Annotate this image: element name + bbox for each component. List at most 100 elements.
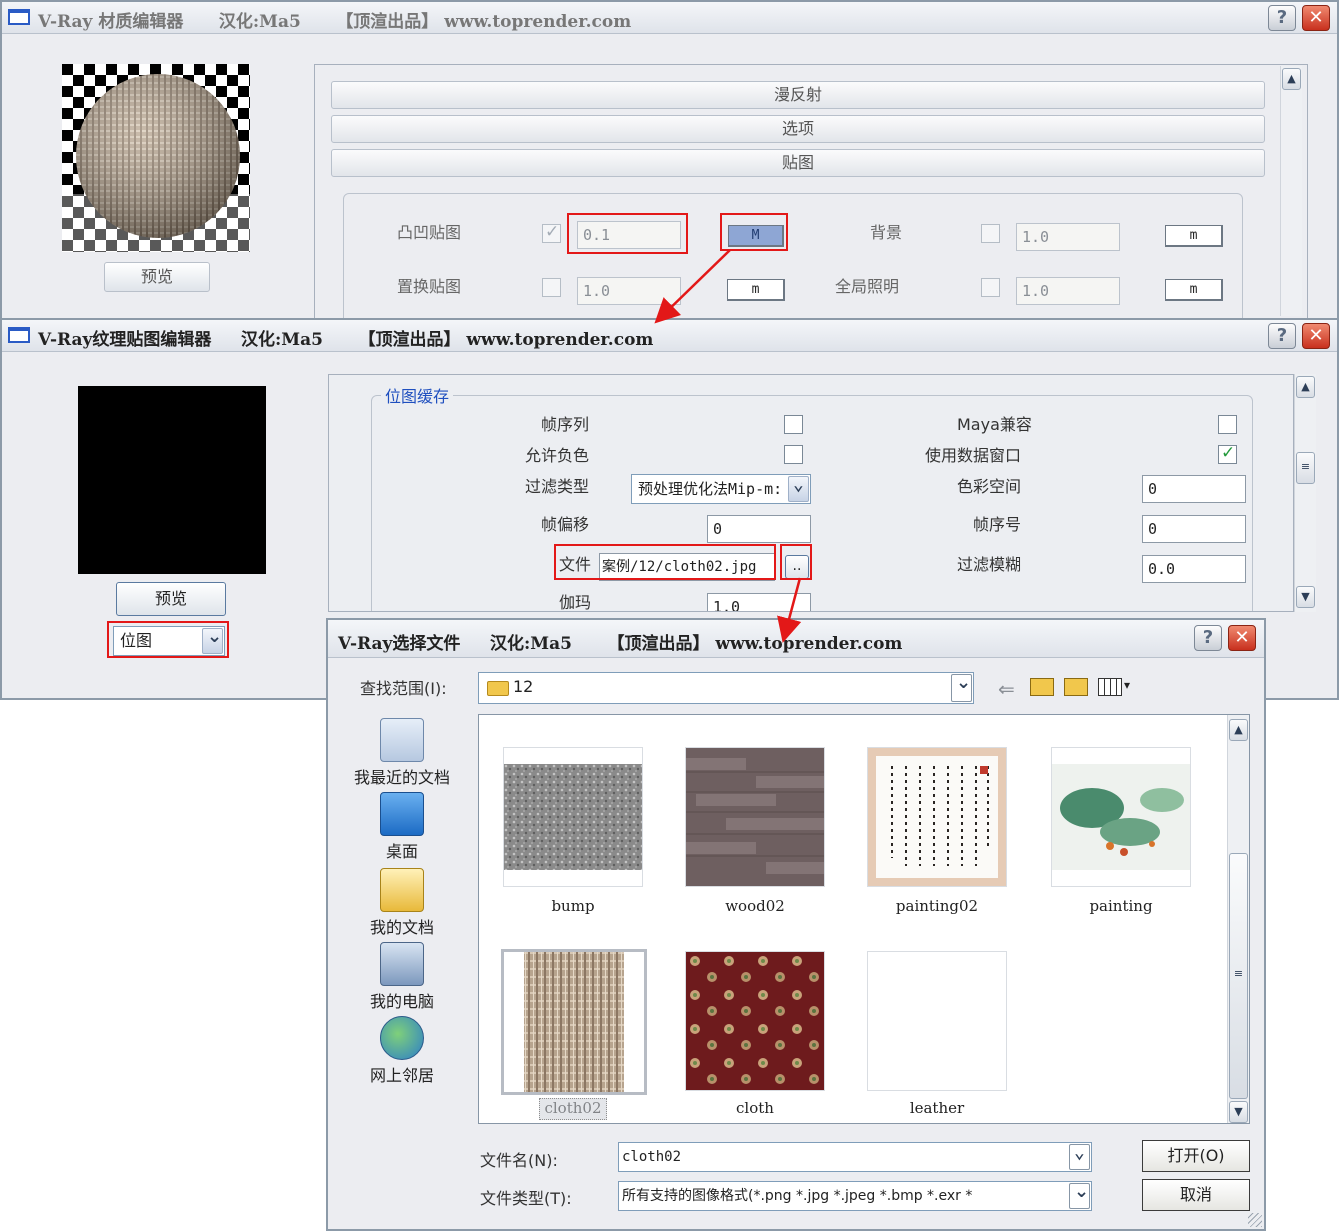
- texture-preview-button[interactable]: 预览: [116, 582, 226, 616]
- frame-sequence-checkbox[interactable]: [784, 415, 803, 434]
- maya-compat-checkbox[interactable]: [1218, 415, 1237, 434]
- scroll-up-button[interactable]: ▲: [1229, 719, 1248, 741]
- frame-sequence-label: 帧序列: [541, 415, 590, 434]
- scroll-thumb[interactable]: ≡: [1229, 853, 1248, 1099]
- background-map-button[interactable]: m: [1165, 225, 1223, 247]
- view-menu-icon[interactable]: [1098, 678, 1122, 696]
- file-dialog-titlebar[interactable]: V-Ray选择文件 汉化:Ma5 【顶渲出品】 www.toprender.co…: [328, 620, 1264, 658]
- file-name-bump[interactable]: bump: [493, 897, 653, 915]
- chevron-down-icon[interactable]: [1069, 1143, 1090, 1170]
- back-icon[interactable]: ⇐: [998, 677, 1015, 701]
- rollout-options[interactable]: 选项: [331, 115, 1265, 143]
- rollout-maps[interactable]: 贴图: [331, 149, 1265, 177]
- filter-type-value: 预处理优化法Mip-m:: [638, 480, 783, 498]
- look-in-label: 查找范围(I):: [360, 679, 447, 698]
- file-name-leather[interactable]: leather: [857, 1099, 1017, 1117]
- background-checkbox[interactable]: [981, 224, 1000, 243]
- file-thumb-wood02[interactable]: [685, 747, 825, 887]
- new-folder-icon[interactable]: [1064, 678, 1088, 696]
- file-thumb-cloth[interactable]: [685, 951, 825, 1091]
- help-button[interactable]: ?: [1194, 625, 1222, 651]
- file-thumb-painting02[interactable]: [867, 747, 1007, 887]
- gamma-input[interactable]: 1.0: [707, 593, 811, 611]
- my-documents-icon[interactable]: [380, 868, 424, 912]
- file-thumb-painting[interactable]: [1051, 747, 1191, 887]
- gi-map-button[interactable]: m: [1165, 279, 1223, 301]
- displacement-amount[interactable]: 1.0: [577, 277, 681, 305]
- texture-params-scrollbar[interactable]: ▲ ≡ ▼: [1294, 374, 1316, 612]
- frame-number-input[interactable]: 0: [1142, 515, 1246, 543]
- texture-editor-titlebar[interactable]: V-Ray纹理贴图编辑器 汉化:Ma5 【顶渲出品】 www.toprender…: [2, 320, 1337, 352]
- desktop-icon[interactable]: [380, 792, 424, 836]
- open-button[interactable]: 打开(O): [1142, 1140, 1250, 1172]
- help-button[interactable]: ?: [1268, 323, 1296, 349]
- my-computer-icon[interactable]: [380, 942, 424, 986]
- gi-amount[interactable]: 1.0: [1016, 277, 1120, 305]
- maya-compat-label: Maya兼容: [957, 415, 1032, 434]
- color-space-input[interactable]: 0: [1142, 475, 1246, 503]
- help-button[interactable]: ?: [1268, 5, 1296, 31]
- material-editor-titlebar[interactable]: V-Ray 材质编辑器 汉化:Ma5 【顶渲出品】 www.toprender.…: [2, 2, 1337, 34]
- file-list: bump wood02 painting02 painting cloth le…: [478, 714, 1250, 1124]
- frame-offset-label: 帧偏移: [541, 515, 590, 534]
- chevron-down-icon[interactable]: ▾: [1124, 678, 1130, 692]
- folder-icon: [487, 681, 509, 696]
- background-amount[interactable]: 1.0: [1016, 223, 1120, 251]
- type-select-highlight: [107, 621, 229, 658]
- displacement-checkbox[interactable]: [542, 278, 561, 297]
- allow-negative-checkbox[interactable]: [784, 445, 803, 464]
- gi-checkbox[interactable]: [981, 278, 1000, 297]
- file-name-painting02[interactable]: painting02: [857, 897, 1017, 915]
- place-desktop[interactable]: 桌面: [342, 838, 462, 862]
- filename-input[interactable]: cloth02: [618, 1142, 1092, 1172]
- scroll-up-button[interactable]: ▲: [1282, 68, 1301, 90]
- place-recent-documents[interactable]: 我最近的文档: [342, 764, 462, 788]
- scroll-up-button[interactable]: ▲: [1296, 376, 1315, 398]
- network-places-icon[interactable]: [380, 1016, 424, 1060]
- up-folder-icon[interactable]: [1030, 678, 1054, 696]
- scroll-thumb[interactable]: ≡: [1296, 452, 1315, 484]
- rollout-diffuse[interactable]: 漫反射: [331, 81, 1265, 109]
- bump-map-checkbox[interactable]: [542, 222, 561, 243]
- material-preview-image: [62, 64, 250, 252]
- place-my-computer[interactable]: 我的电脑: [342, 988, 462, 1012]
- scroll-down-button[interactable]: ▼: [1296, 586, 1315, 608]
- bitmap-cache-group: [371, 395, 1253, 611]
- close-button[interactable]: ✕: [1228, 625, 1256, 651]
- cancel-button[interactable]: 取消: [1142, 1179, 1250, 1211]
- close-button[interactable]: ✕: [1302, 323, 1330, 349]
- file-name-cloth[interactable]: cloth: [675, 1099, 835, 1117]
- material-preview-button[interactable]: 预览: [104, 262, 210, 292]
- filter-type-select[interactable]: 预处理优化法Mip-m:: [631, 474, 811, 504]
- displacement-map-button[interactable]: m: [727, 279, 785, 301]
- chevron-down-icon[interactable]: [951, 673, 972, 702]
- file-thumb-cloth02[interactable]: [501, 949, 647, 1095]
- filter-type-label: 过滤类型: [525, 477, 590, 496]
- texture-editor-title: V-Ray纹理贴图编辑器 汉化:Ma5 【顶渲出品】 www.toprender…: [38, 330, 654, 350]
- file-thumb-bump[interactable]: [503, 747, 643, 887]
- use-data-window-checkbox[interactable]: [1218, 443, 1237, 464]
- file-name-painting[interactable]: painting: [1041, 897, 1201, 915]
- filter-blur-input[interactable]: 0.0: [1142, 555, 1246, 583]
- chevron-down-icon[interactable]: [1069, 1182, 1090, 1209]
- file-list-scrollbar[interactable]: ▲ ≡ ▼: [1227, 715, 1249, 1123]
- file-thumb-leather[interactable]: [867, 951, 1007, 1091]
- chevron-down-icon[interactable]: [788, 475, 809, 502]
- look-in-select[interactable]: 12: [478, 672, 974, 704]
- bitmap-cache-title: 位图缓存: [381, 383, 454, 407]
- file-name-wood02[interactable]: wood02: [675, 897, 835, 915]
- cloth02-selected-highlight: [539, 1098, 607, 1120]
- bump-map-label: 凸凹贴图: [397, 223, 462, 242]
- texture-preview-image: [78, 386, 266, 574]
- allow-negative-label: 允许负色: [525, 446, 590, 465]
- filetype-select[interactable]: 所有支持的图像格式(*.png *.jpg *.jpeg *.bmp *.exr…: [618, 1181, 1092, 1211]
- material-params-scrollbar[interactable]: ▲: [1280, 66, 1302, 316]
- place-my-documents[interactable]: 我的文档: [342, 914, 462, 938]
- frame-offset-input[interactable]: 0: [707, 515, 811, 543]
- resize-grip-icon[interactable]: [1248, 1213, 1262, 1227]
- scroll-down-button[interactable]: ▼: [1229, 1101, 1248, 1123]
- close-button[interactable]: ✕: [1302, 5, 1330, 31]
- place-network[interactable]: 网上邻居: [342, 1062, 462, 1086]
- recent-documents-icon[interactable]: [380, 718, 424, 762]
- use-data-window-label: 使用数据窗口: [925, 446, 1022, 465]
